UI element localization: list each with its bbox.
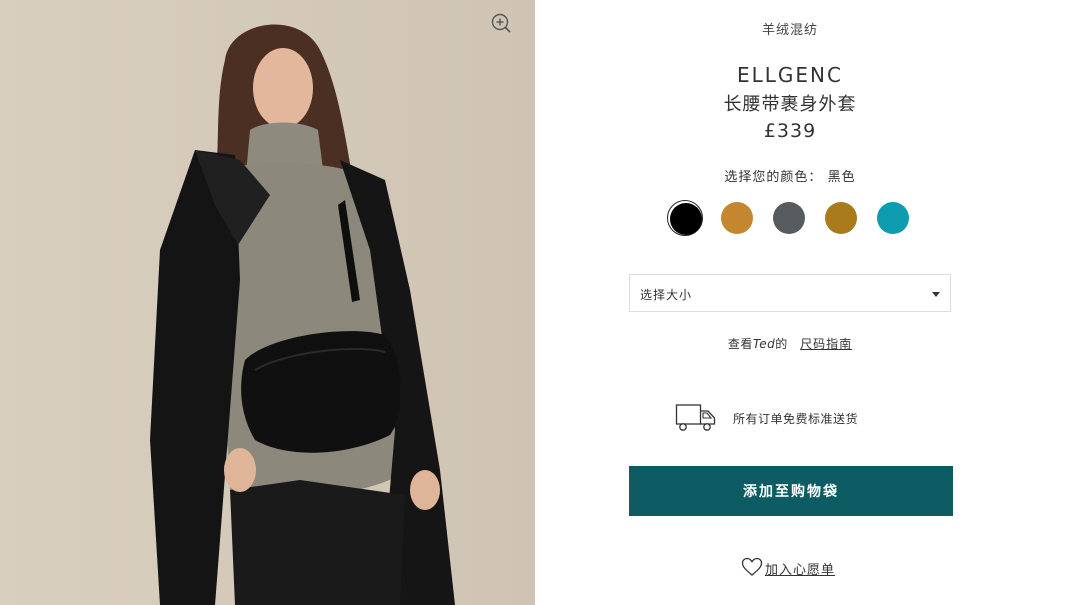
size-guide-suffix: 的 <box>775 337 788 351</box>
zoom-in-icon[interactable] <box>489 11 513 35</box>
color-swatch-tan[interactable] <box>719 200 755 236</box>
product-price: £339 <box>763 120 817 142</box>
heart-icon <box>741 557 763 576</box>
size-guide-link[interactable]: 尺码指南 <box>800 337 852 351</box>
truck-icon <box>675 404 716 431</box>
delivery-info: 所有订单免费标准送货 <box>675 403 935 433</box>
color-swatch-grey[interactable] <box>771 200 807 236</box>
product-name: 长腰带裹身外套 <box>723 94 857 115</box>
swatch-dot <box>670 203 702 235</box>
chevron-down-icon <box>932 292 940 297</box>
size-guide-prefix: 查看 <box>727 337 753 351</box>
add-to-bag-button[interactable]: 添加至购物袋 <box>629 466 953 516</box>
swatch-dot <box>825 202 857 234</box>
color-label-prefix: 选择您的颜色： <box>724 170 823 185</box>
product-photo <box>0 0 535 605</box>
size-guide-brand: Ted <box>752 337 776 351</box>
size-select[interactable]: 选择大小 <box>629 274 951 312</box>
swatch-dot <box>721 202 753 234</box>
product-category: 羊绒混纺 <box>761 23 818 38</box>
color-swatch-mustard[interactable] <box>823 200 859 236</box>
color-swatches <box>667 200 913 236</box>
selected-color-name: 黑色 <box>827 170 856 185</box>
product-image[interactable] <box>0 0 535 605</box>
size-guide-row: 查看Ted的 尺码指南 <box>535 335 1045 352</box>
color-swatch-black[interactable] <box>667 200 703 236</box>
product-brand: ELLGENC <box>737 63 843 87</box>
delivery-text: 所有订单免费标准送货 <box>733 412 859 426</box>
color-swatch-teal[interactable] <box>875 200 911 236</box>
swatch-dot <box>773 202 805 234</box>
color-label: 选择您的颜色： 黑色 <box>535 166 1045 185</box>
wishlist-label: 加入心愿单 <box>765 563 836 578</box>
product-info-panel: 羊绒混纺 ELLGENC 长腰带裹身外套 £339 选择您的颜色： 黑色 选择大… <box>535 0 1074 605</box>
size-select-label: 选择大小 <box>640 288 693 302</box>
swatch-dot <box>877 202 909 234</box>
